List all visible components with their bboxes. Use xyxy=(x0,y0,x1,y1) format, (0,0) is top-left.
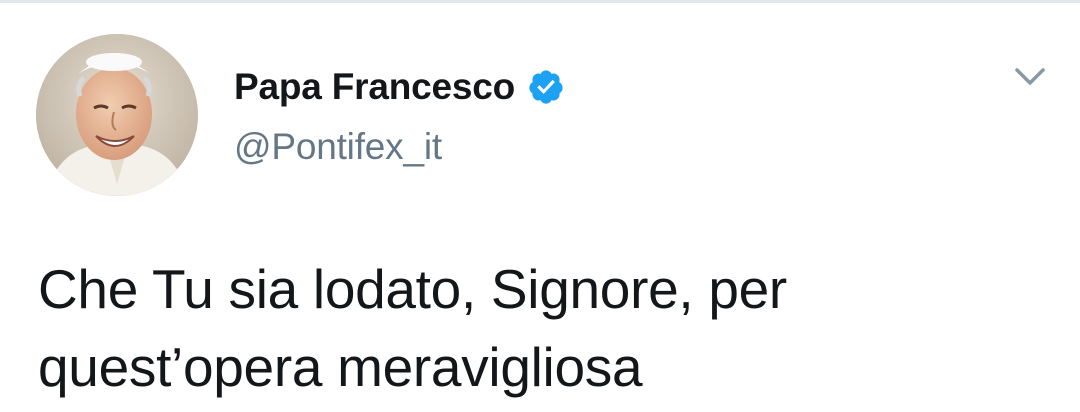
verified-badge-icon xyxy=(527,68,565,106)
display-name[interactable]: Papa Francesco xyxy=(234,66,515,108)
tweet-text-line-2: quest’opera meravigliosa xyxy=(38,336,643,398)
display-name-row: Papa Francesco xyxy=(234,62,565,112)
avatar[interactable] xyxy=(36,34,198,196)
avatar-portrait xyxy=(36,34,198,196)
tweet-text-line-1: Che Tu sia lodato, Signore, per xyxy=(38,258,787,320)
tweet-text: Che Tu sia lodato, Signore, per quest’op… xyxy=(38,250,1048,406)
author-block[interactable]: Papa Francesco @Pontifex_it xyxy=(234,62,565,168)
chevron-down-icon[interactable] xyxy=(1012,62,1048,92)
handle[interactable]: @Pontifex_it xyxy=(234,126,565,168)
tweet-header: Papa Francesco @Pontifex_it xyxy=(0,0,1080,200)
